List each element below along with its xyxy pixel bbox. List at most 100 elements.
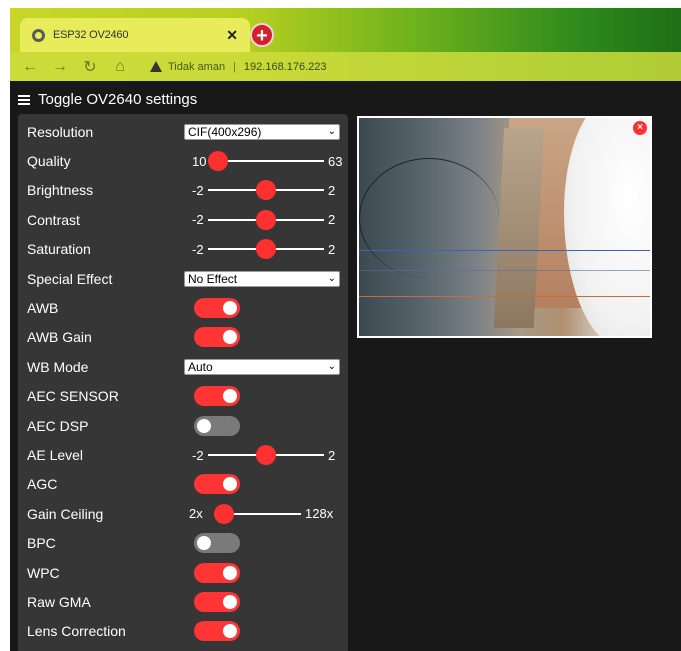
setting-label: Gain Ceiling	[27, 505, 104, 522]
slider-min-label: -2	[192, 212, 204, 228]
setting-row-gain-ceiling: Gain Ceiling 2x 128x	[18, 499, 348, 528]
select-value: No Effect	[188, 271, 238, 286]
back-icon[interactable]: ←	[22, 58, 38, 76]
toggle-knob	[197, 418, 211, 433]
setting-label: AWB Gain	[27, 329, 92, 346]
setting-row-agc: AGC	[18, 470, 348, 499]
saturation-slider-knob[interactable]	[256, 239, 276, 260]
ae-level-slider-knob[interactable]	[256, 445, 276, 466]
settings-panel: Resolution CIF(400x296) ⌄ Quality 10 63 Bright…	[18, 114, 348, 651]
setting-label: Saturation	[27, 241, 91, 258]
reload-icon[interactable]: ↻	[82, 57, 98, 77]
resolution-select[interactable]: CIF(400x296) ⌄	[184, 123, 340, 140]
setting-label: BPC	[27, 535, 56, 552]
slider-min-label: 10	[192, 153, 207, 169]
gain-ceiling-slider-knob[interactable]	[214, 503, 234, 524]
setting-row-wb-mode: WB Mode Auto ⌄	[18, 352, 348, 381]
setting-label: WPC	[27, 564, 60, 581]
special-effect-select[interactable]: No Effect ⌄	[184, 270, 340, 287]
setting-row-awb-gain: AWB Gain	[18, 323, 348, 352]
setting-label: AEC DSP	[27, 417, 89, 434]
quality-slider-knob[interactable]	[208, 151, 228, 172]
brightness-slider-knob[interactable]	[256, 180, 276, 201]
slider-min-label: -2	[192, 447, 204, 463]
setting-label: Brightness	[27, 182, 94, 199]
setting-row-aec-dsp: AEC DSP	[18, 411, 348, 440]
address-bar[interactable]: Tidak aman | 192.168.176.223	[150, 61, 327, 73]
home-icon[interactable]: ⌂	[112, 58, 128, 76]
warning-icon	[150, 61, 162, 72]
camera-stream: ×	[357, 116, 652, 338]
stream-artifact-line	[359, 250, 650, 251]
setting-row-ae-level: AE Level -2 2	[18, 440, 348, 469]
toggle-knob	[223, 330, 237, 345]
wpc-toggle[interactable]	[194, 562, 240, 583]
lens-correction-toggle[interactable]	[194, 621, 240, 642]
select-value: Auto	[188, 359, 213, 374]
url-text: 192.168.176.223	[243, 60, 327, 73]
setting-row-wpc: WPC	[18, 558, 348, 587]
setting-label: AWB	[27, 300, 59, 317]
wb-mode-select[interactable]: Auto ⌄	[184, 358, 340, 375]
slider-max-label: 128x	[305, 506, 334, 522]
setting-row-saturation: Saturation -2 2	[18, 235, 348, 264]
setting-label: Raw GMA	[27, 594, 91, 611]
setting-label: AGC	[27, 476, 58, 493]
chevron-down-icon: ⌄	[327, 360, 336, 372]
setting-row-special-effect: Special Effect No Effect ⌄	[18, 264, 348, 293]
toggle-knob	[223, 565, 237, 580]
setting-row-quality: Quality 10 63	[18, 146, 348, 175]
setting-row-aec-sensor: AEC SENSOR	[18, 382, 348, 411]
slider-min-label: -2	[192, 182, 204, 198]
toggle-knob	[223, 624, 237, 639]
browser-toolbar: ← → ↻ ⌂ Tidak aman | 192.168.176.223	[10, 52, 681, 81]
bpc-toggle[interactable]	[194, 533, 240, 554]
slider-max-label: 63	[328, 153, 343, 169]
setting-label: AEC SENSOR	[27, 388, 119, 405]
browser-tab[interactable]: ESP32 OV2460 ✕	[20, 18, 250, 52]
agc-toggle[interactable]	[194, 474, 240, 495]
tab-title: ESP32 OV2460	[53, 29, 129, 41]
setting-label: Resolution	[27, 123, 94, 140]
menu-toggle-label: Toggle OV2640 settings	[38, 91, 198, 108]
slider-max-label: 2	[328, 241, 336, 257]
select-value: CIF(400x296)	[188, 124, 262, 139]
aec-dsp-toggle[interactable]	[194, 415, 240, 436]
tab-close-icon[interactable]: ✕	[226, 27, 238, 44]
close-stream-icon[interactable]: ×	[633, 121, 647, 135]
slider-min-label: -2	[192, 241, 204, 257]
toggle-knob	[197, 536, 211, 551]
raw-gma-toggle[interactable]	[194, 592, 240, 613]
setting-label: Lens Correction	[27, 623, 126, 640]
stream-artifact-line	[359, 270, 650, 271]
page-content: Toggle OV2640 settings Resolution CIF(400…	[10, 81, 681, 651]
awb-toggle[interactable]	[194, 298, 240, 319]
chevron-down-icon: ⌄	[327, 272, 336, 284]
slider-min-label: 2x	[189, 506, 203, 522]
setting-label: Quality	[27, 153, 71, 170]
contrast-slider-knob[interactable]	[256, 209, 276, 230]
chevron-down-icon: ⌄	[327, 125, 336, 137]
setting-label: AE Level	[27, 447, 84, 464]
browser-chrome: ESP32 OV2460 ✕ + ← → ↻ ⌂ Tidak aman | 19…	[10, 8, 681, 81]
setting-label: Special Effect	[27, 270, 113, 287]
setting-row-contrast: Contrast -2 2	[18, 205, 348, 234]
slider-max-label: 2	[328, 182, 336, 198]
settings-menu-toggle[interactable]: Toggle OV2640 settings	[18, 91, 197, 108]
setting-row-bpc: BPC	[18, 529, 348, 558]
setting-row-raw-gma: Raw GMA	[18, 587, 348, 616]
setting-row-lens-correction: Lens Correction	[18, 617, 348, 646]
setting-row-brightness: Brightness -2 2	[18, 176, 348, 205]
toggle-knob	[223, 301, 237, 316]
security-label: Tidak aman	[168, 60, 226, 73]
new-tab-button[interactable]: +	[250, 23, 274, 47]
forward-icon[interactable]: →	[52, 58, 68, 76]
setting-row-awb: AWB	[18, 293, 348, 322]
setting-label: WB Mode	[27, 358, 89, 375]
address-separator: |	[233, 60, 236, 73]
slider-max-label: 2	[328, 447, 336, 463]
toggle-knob	[223, 595, 237, 610]
awb-gain-toggle[interactable]	[194, 327, 240, 348]
site-globe-icon	[32, 28, 45, 42]
aec-sensor-toggle[interactable]	[194, 386, 240, 407]
